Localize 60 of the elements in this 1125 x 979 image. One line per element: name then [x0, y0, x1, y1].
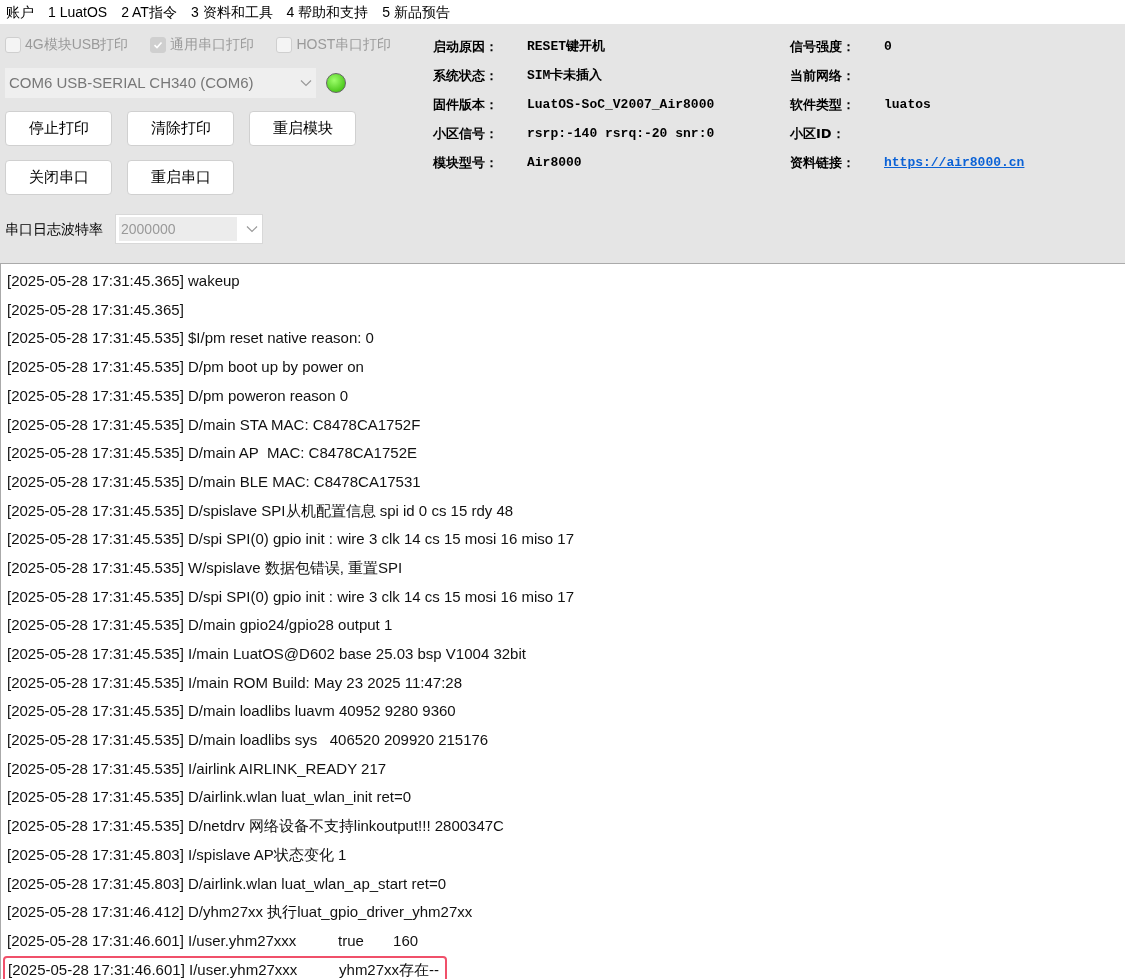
info-label: 资料链接： — [790, 154, 856, 173]
log-line: [2025-05-28 17:31:45.535] I/airlink AIRLINK_READY 217 — [7, 758, 388, 779]
log-line: [2025-05-28 17:31:45.365] — [7, 299, 185, 320]
info-value: Air8000 — [527, 154, 582, 173]
info-label: 当前网络： — [790, 67, 856, 86]
log-line: [2025-05-28 17:31:46.412] D/yhm27xx 执行luat_gpio_driver_yhm27xx — [7, 902, 474, 923]
log-line: [2025-05-28 17:31:46.601] I/user.yhm27xxx true 160 — [7, 930, 420, 951]
log-line: [2025-05-28 17:31:45.535] D/airlink.wlan luat_wlan_init ret=0 — [7, 787, 412, 808]
log-line: [2025-05-28 17:31:45.535] D/main gpio24/gpio28 output 1 — [7, 615, 394, 636]
info-label: 模块型号： — [433, 154, 499, 173]
menu-item[interactable]: 账户 — [6, 1, 34, 23]
log-line: [2025-05-28 17:31:45.535] D/main loadlibs luavm 40952 9280 9360 — [7, 701, 457, 722]
info-label: 系统状态： — [433, 67, 499, 86]
log-line: [2025-05-28 17:31:45.535] D/spi SPI(0) gpio init : wire 3 clk 14 cs 15 mosi 16 miso 17 — [7, 586, 575, 607]
checkbox-label: HOST串口打印 — [296, 35, 392, 54]
checkbox-label: 通用串口打印 — [170, 35, 255, 54]
menu-item[interactable]: 4 帮助和支持 — [286, 1, 369, 23]
check-icon — [153, 39, 164, 50]
info-value: luatos — [884, 96, 931, 115]
action-button[interactable]: 关闭串口 — [5, 160, 112, 195]
baud-label: 串口日志波特率 — [5, 219, 103, 239]
log-line: [2025-05-28 17:31:45.535] D/main loadlibs sys 406520 209920 215176 — [7, 730, 490, 751]
log-line: [2025-05-28 17:31:45.535] D/spi SPI(0) gpio init : wire 3 clk 14 cs 15 mosi 16 miso 17 — [7, 529, 575, 550]
menu-item[interactable]: 1 LuatOS — [48, 1, 108, 23]
info-label: 软件类型： — [790, 96, 856, 115]
info-value: SIM卡未插入 — [527, 67, 603, 86]
action-button[interactable]: 清除打印 — [127, 111, 234, 146]
log-line: [2025-05-28 17:31:45.365] wakeup — [7, 271, 241, 292]
link[interactable]: https://air8000.cn — [884, 153, 1025, 173]
info-value: 0 — [884, 38, 892, 57]
action-button[interactable]: 重启串口 — [127, 160, 234, 195]
info-value: rsrp:-140 rsrq:-20 snr:0 — [527, 125, 715, 144]
info-label: 启动原因： — [433, 38, 499, 57]
info-label: 固件版本： — [433, 96, 499, 115]
log-line: [2025-05-28 17:31:45.803] D/airlink.wlan luat_wlan_ap_start ret=0 — [7, 873, 448, 894]
info-value: RESET键开机 — [527, 38, 605, 57]
log-line: [2025-05-28 17:31:45.535] W/spislave 数据包错误, 重置SPI — [7, 557, 404, 578]
action-button[interactable]: 重启模块 — [249, 111, 356, 146]
log-line: [2025-05-28 17:31:45.535] I/main ROM Build: May 23 2025 11:47:28 — [7, 672, 464, 693]
action-button[interactable]: 停止打印 — [5, 111, 112, 146]
chevron-down-icon — [300, 79, 312, 87]
log-line: [2025-05-28 17:31:45.535] D/pm poweron reason 0 — [7, 385, 350, 406]
info-value: LuatOS-SoC_V2007_Air8000 — [527, 96, 715, 115]
log-line: [2025-05-28 17:31:45.535] I/main LuatOS@D602 base 25.03 bsp V1004 32bit — [7, 644, 527, 665]
log-line: [2025-05-28 17:31:45.535] D/main BLE MAC: C8478CA17531 — [7, 471, 422, 492]
info-label: 小区ID： — [790, 125, 846, 144]
menu-item[interactable]: 2 AT指令 — [121, 1, 177, 23]
info-label: 小区信号： — [433, 125, 499, 144]
log-line: [2025-05-28 17:31:45.535] D/main STA MAC: C8478CA1752F — [7, 414, 422, 435]
menu-item[interactable]: 3 资料和工具 — [190, 1, 273, 23]
checkbox-label: 4G模块USB打印 — [25, 35, 129, 54]
log-line: [2025-05-28 17:31:45.535] D/spislave SPI从机配置信息 spi id 0 cs 15 rdy 48 — [7, 500, 515, 521]
log-line: [2025-05-28 17:31:45.803] I/spislave AP状态变化 1 — [7, 844, 348, 865]
menu-item[interactable]: 5 新品预告 — [382, 1, 450, 23]
info-label: 信号强度： — [790, 38, 856, 57]
chevron-down-icon — [246, 225, 258, 233]
log-line: [2025-05-28 17:31:45.535] D/main AP MAC: C8478CA1752E — [7, 443, 418, 464]
log-line: [2025-05-28 17:31:45.535] $I/pm reset native reason: 0 — [7, 328, 375, 349]
log-line: [2025-05-28 17:31:45.535] D/pm boot up by power on — [7, 357, 365, 378]
log-line: [2025-05-28 17:31:45.535] D/netdrv 网络设备不支持linkoutput!!! 2800347C — [7, 816, 505, 837]
